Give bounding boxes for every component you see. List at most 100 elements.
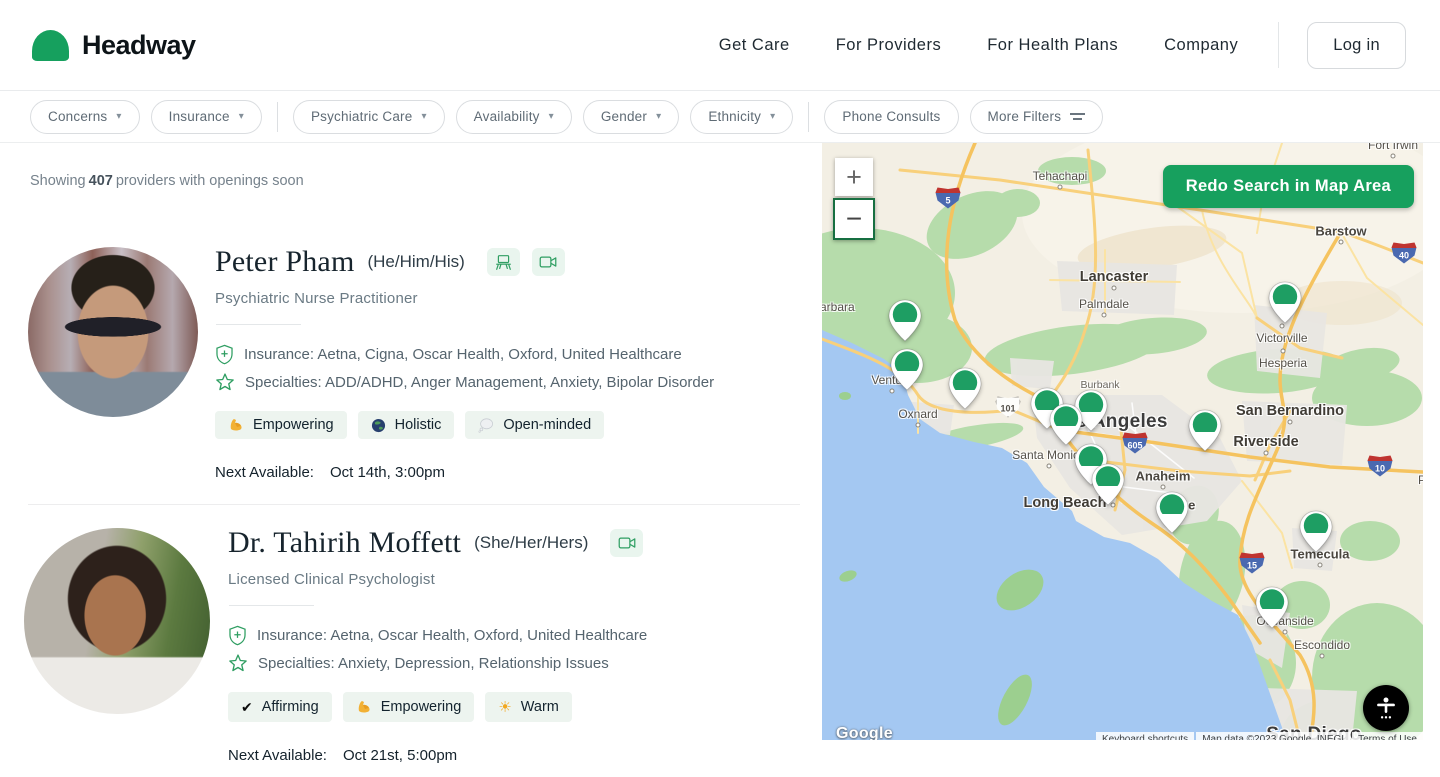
provider-name[interactable]: Peter Pham (215, 245, 354, 279)
map-city-label: Palm Springs (1418, 473, 1423, 487)
personality-tag: ✔Affirming (228, 692, 332, 722)
map-zoom-out-button[interactable]: − (833, 198, 875, 240)
insurance-text: Insurance: Aetna, Cigna, Oscar Health, O… (244, 346, 682, 363)
map-city-label: Santa Barbara (822, 300, 855, 314)
insurance-row: Insurance: Aetna, Cigna, Oscar Health, O… (215, 344, 714, 365)
map-town-dot (1339, 240, 1344, 245)
brand-name: Headway (82, 30, 196, 61)
map-town-dot (1281, 349, 1286, 354)
provider-map-pin[interactable] (890, 348, 924, 391)
filter-label: Availability (474, 109, 540, 124)
headway-logo-icon (32, 30, 69, 61)
provider-map-pin[interactable] (1268, 281, 1302, 324)
provider-map-pin[interactable] (888, 299, 922, 342)
chevron-down-icon: ▾ (239, 111, 244, 122)
filter-phone-consults[interactable]: Phone Consults (824, 100, 958, 134)
map-town-dot (1161, 485, 1166, 490)
provider-name[interactable]: Dr. Tahirih Moffett (228, 526, 461, 560)
map-town-dot (1320, 654, 1325, 659)
map-city-label: Anaheim (1136, 469, 1191, 484)
map-town-dot (1391, 154, 1396, 159)
globe-icon (371, 418, 386, 433)
results-count: 407 (89, 173, 113, 189)
chevron-down-icon: ▾ (549, 111, 554, 122)
map-city-label: Barstow (1315, 224, 1366, 239)
filter-group-divider (277, 102, 278, 132)
map-city-label: Fort Irwin (1368, 143, 1418, 152)
next-available-value: Oct 14th, 3:00pm (330, 464, 445, 481)
nav-item-company[interactable]: Company (1164, 36, 1238, 55)
star-icon (228, 653, 248, 673)
google-logo[interactable]: Google (836, 725, 893, 740)
personality-tag: Empowering (215, 411, 347, 439)
filter-more-filters[interactable]: More Filters (970, 100, 1104, 134)
map-panel[interactable]: Fort IrwinTehachapiBarstowLancasterPalmd… (822, 143, 1423, 740)
insurance-text: Insurance: Aetna, Oscar Health, Oxford, … (257, 627, 647, 644)
provider-map-pin[interactable] (1091, 463, 1125, 506)
provider-card[interactable]: Peter Pham (He/Him/His) Psychiatric Nurs… (0, 247, 806, 481)
specialties-text: Specialties: ADD/ADHD, Anger Management,… (245, 374, 714, 391)
map-city-label: Oxnard (898, 407, 937, 421)
filter-group-divider (808, 102, 809, 132)
provider-map-pin[interactable] (948, 367, 982, 410)
keyboard-shortcuts-link[interactable]: Keyboard shortcuts (1096, 732, 1194, 740)
redo-search-button[interactable]: Redo Search in Map Area (1163, 165, 1414, 208)
provider-card[interactable]: Dr. Tahirih Moffett (She/Her/Hers) Licen… (0, 528, 806, 764)
card-divider (28, 504, 800, 505)
tag-label: Warm (521, 699, 559, 715)
filter-availability[interactable]: Availability ▾ (456, 100, 572, 134)
personality-tag: Open-minded (465, 411, 604, 439)
map-zoom-in-button[interactable]: + (835, 158, 873, 196)
provider-results-list: Showing407providers with openings soon P… (0, 144, 806, 777)
map-town-dot (1283, 630, 1288, 635)
specialties-row: Specialties: Anxiety, Depression, Relati… (228, 653, 647, 673)
personality-tag: ☀ Warm (485, 692, 572, 722)
insurance-row: Insurance: Aetna, Oscar Health, Oxford, … (228, 625, 647, 646)
map-town-dot (1264, 451, 1269, 456)
provider-map-pin[interactable] (1188, 409, 1222, 452)
map-town-dot (1280, 324, 1285, 329)
divider (229, 605, 314, 606)
provider-map-pin[interactable] (1255, 586, 1289, 629)
login-button[interactable]: Log in (1307, 22, 1406, 69)
provider-title: Psychiatric Nurse Practitioner (215, 290, 714, 307)
tag-label: Empowering (253, 417, 334, 433)
filter-insurance[interactable]: Insurance▾ (151, 100, 262, 134)
next-available-value: Oct 21st, 5:00pm (343, 747, 457, 764)
sun-icon: ☀ (498, 698, 511, 716)
terms-of-use-link[interactable]: Terms of Use (1352, 732, 1423, 740)
filter-label: Gender (601, 109, 647, 124)
nav-item-get-care[interactable]: Get Care (719, 36, 790, 55)
provider-map-pin[interactable] (1049, 403, 1083, 446)
filter-psychiatric-care[interactable]: Psychiatric Care▾ (293, 100, 445, 134)
filter-label: Psychiatric Care (311, 109, 412, 124)
map-town-dot (1058, 185, 1063, 190)
provider-map-pin[interactable] (1155, 491, 1189, 534)
nav-item-for-providers[interactable]: For Providers (836, 36, 942, 55)
map-town-dot (1112, 286, 1117, 291)
map-city-label: San Bernardino (1236, 403, 1344, 419)
results-prefix: Showing (30, 173, 86, 189)
filter-label: Phone Consults (842, 109, 940, 124)
provider-pronouns: (He/Him/His) (367, 252, 464, 272)
headway-brand[interactable]: Headway (32, 30, 196, 61)
results-count-line: Showing407providers with openings soon (0, 144, 806, 189)
filter-ethnicity[interactable]: Ethnicity▾ (690, 100, 793, 134)
nav-item-for-health-plans[interactable]: For Health Plans (987, 36, 1118, 55)
map-data-text: Map data ©2023 Google, INEGI (1196, 732, 1350, 740)
filter-sliders-icon (1070, 112, 1085, 122)
next-available-row: Next Available:Oct 14th, 3:00pm (215, 464, 714, 481)
next-available-label: Next Available: (228, 747, 327, 764)
filter-gender[interactable]: Gender▾ (583, 100, 679, 134)
accessibility-button[interactable] (1363, 685, 1409, 731)
filter-label: More Filters (988, 109, 1062, 124)
chevron-down-icon: ▾ (770, 111, 775, 122)
provider-map-pin[interactable] (1299, 510, 1333, 553)
map-town-dot (1318, 563, 1323, 568)
map-city-label: Riverside (1233, 434, 1298, 450)
shield-plus-icon (215, 344, 234, 365)
results-suffix: providers with openings soon (116, 173, 304, 189)
provider-card-body: Dr. Tahirih Moffett (She/Her/Hers) Licen… (228, 528, 647, 764)
filter-concerns[interactable]: Concerns▾ (30, 100, 140, 134)
personality-tags: EmpoweringHolisticOpen-minded (215, 411, 714, 439)
